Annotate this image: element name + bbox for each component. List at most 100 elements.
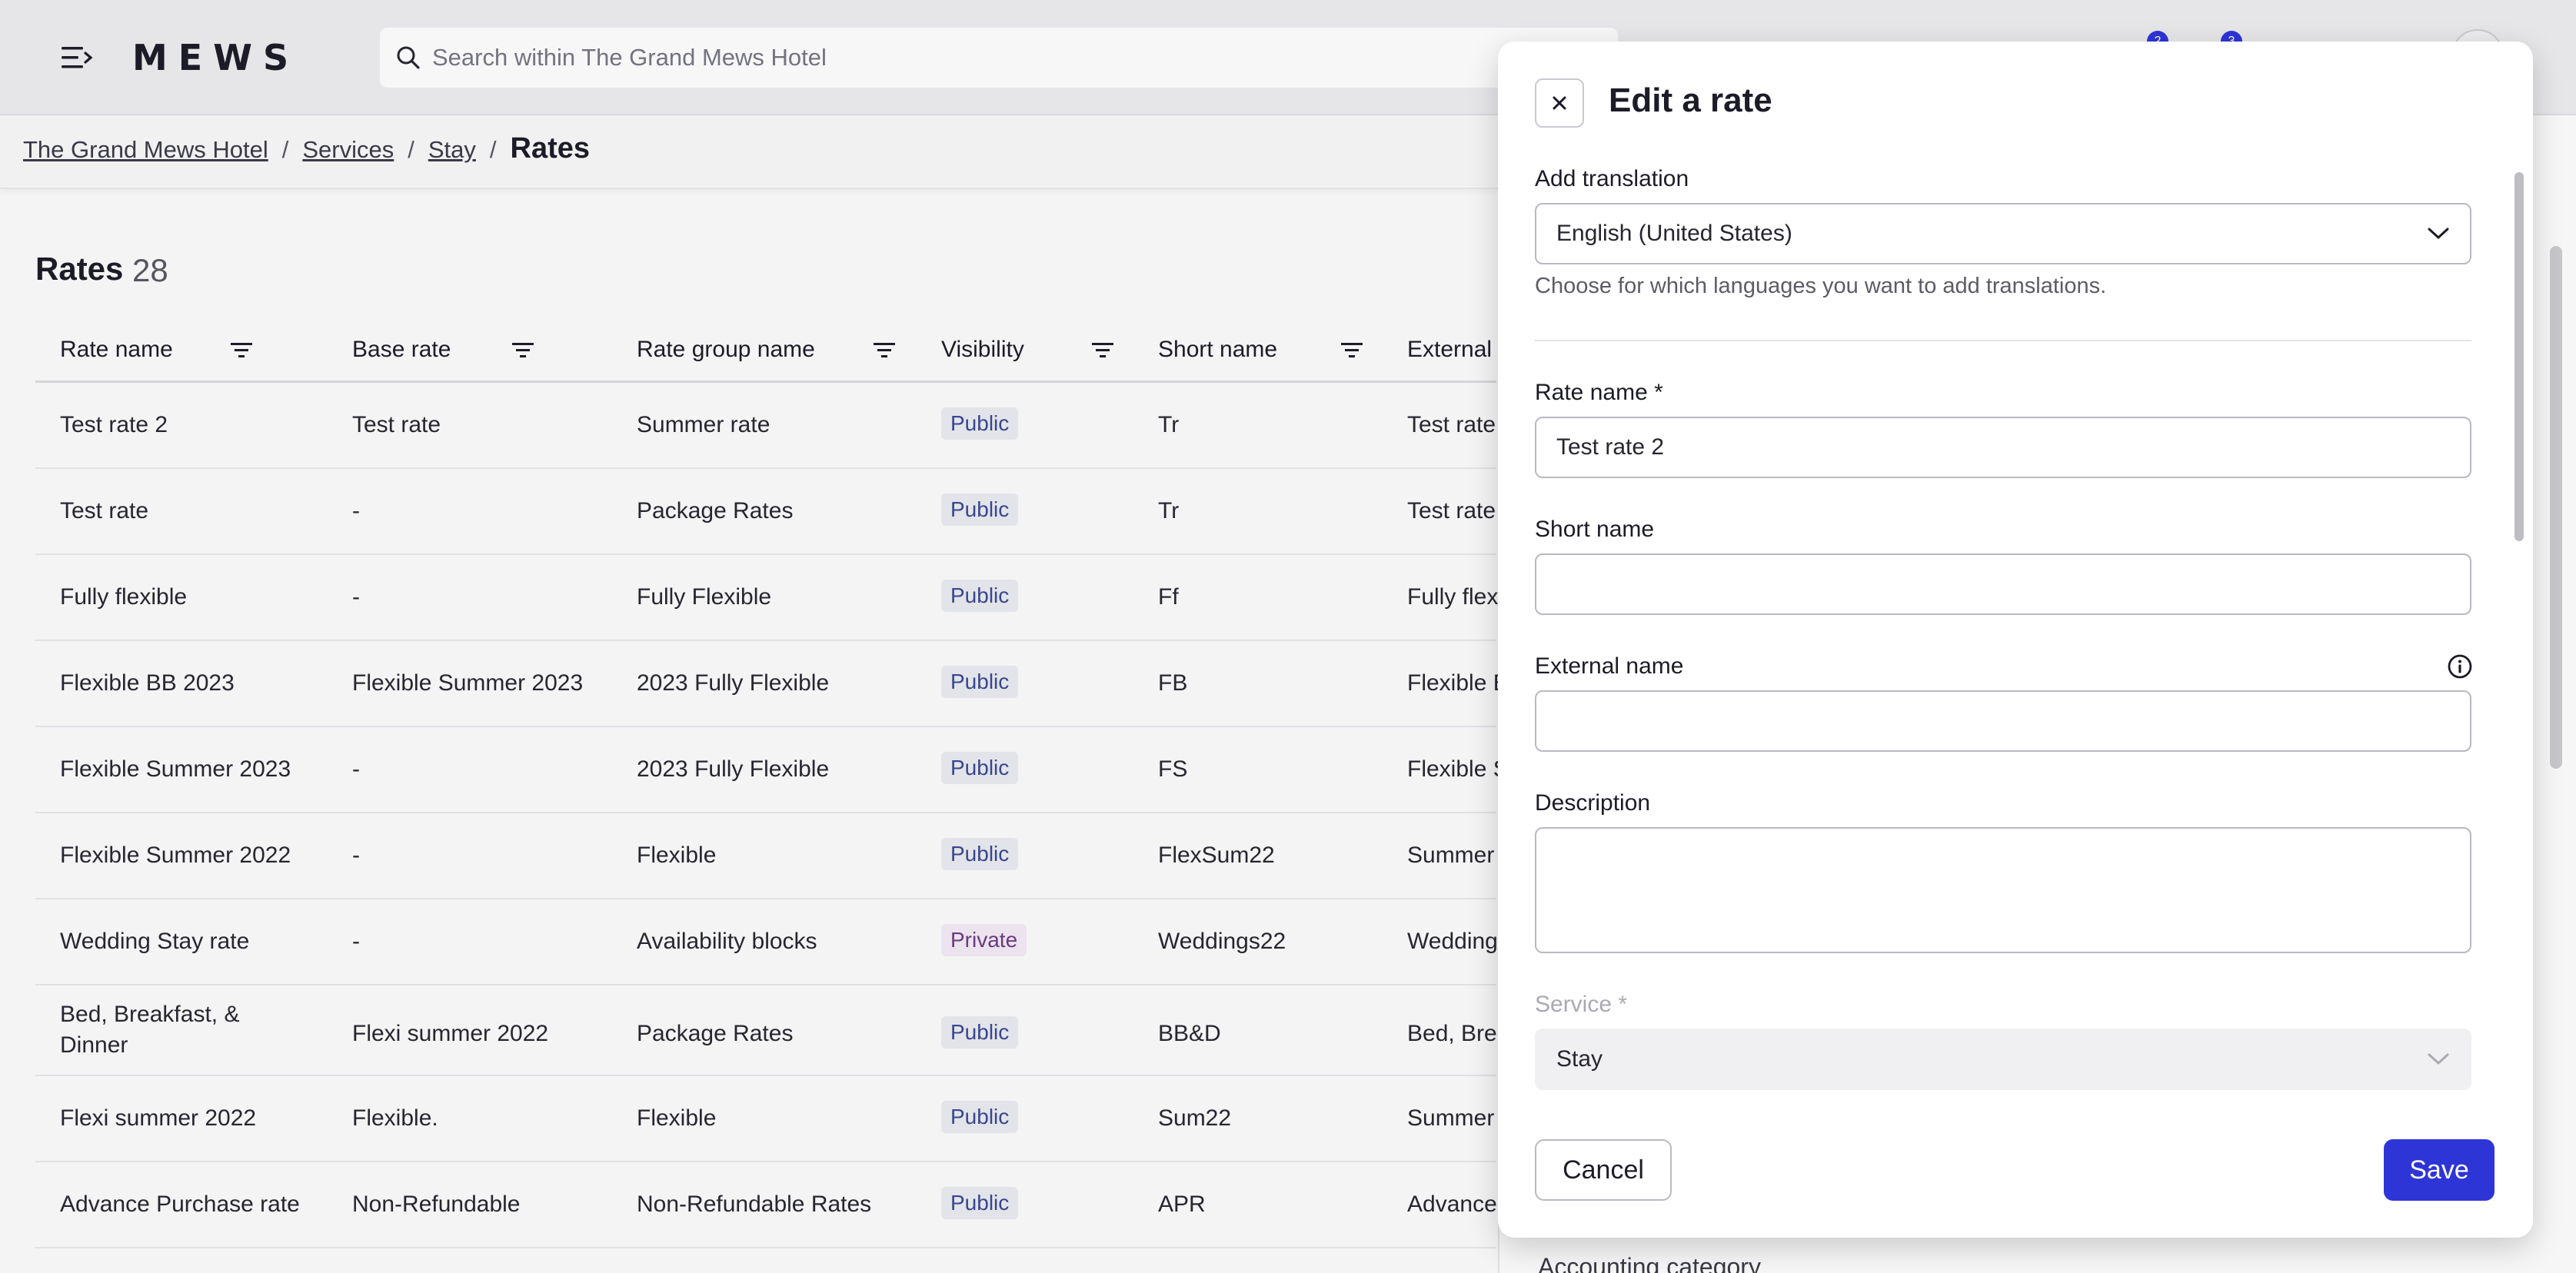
- column-header-visibility[interactable]: Visibility: [941, 337, 1024, 363]
- filter-icon[interactable]: [872, 340, 897, 361]
- cell-external-name: Summer: [1407, 843, 1495, 868]
- breadcrumb: The Grand Mews Hotel / Services / Stay /…: [23, 132, 590, 165]
- accounting-category-label: Accounting category: [1538, 1253, 1761, 1273]
- column-label: External: [1407, 337, 1493, 362]
- column-header-rate-group[interactable]: Rate group name: [637, 337, 815, 363]
- cell-rate-name: Flexi summer 2022: [60, 1105, 257, 1131]
- cell-external-name: Test rate: [1407, 498, 1496, 523]
- cell-short-name: FlexSum22: [1158, 843, 1275, 868]
- visibility-badge: Private: [941, 924, 1027, 956]
- cell-rate-group: Package Rates: [637, 498, 794, 523]
- table-row[interactable]: Flexi summer 2022 Flexible. Flexible Public…: [35, 1076, 1496, 1162]
- cell-base-rate: -: [352, 929, 360, 954]
- visibility-badge: Public: [941, 1016, 1019, 1049]
- column-label: Short name: [1158, 337, 1278, 362]
- table-row[interactable]: Flexible Summer 2023 - 2023 Fully Flexible…: [35, 727, 1509, 813]
- visibility-badge: Public: [941, 407, 1019, 440]
- column-label: Rate name: [60, 337, 173, 362]
- breadcrumb-link-services[interactable]: Services: [302, 136, 394, 164]
- cell-rate-name: Test rate 2: [60, 412, 168, 437]
- translation-label: Add translation: [1535, 166, 1689, 191]
- translation-value: English (United States): [1556, 221, 1792, 246]
- rate-name-field[interactable]: Test rate 2: [1535, 417, 2471, 478]
- cell-base-rate: -: [352, 843, 360, 868]
- table-header: Rate name Base rate Rate group name Visi…: [35, 323, 1496, 383]
- table-row[interactable]: Test rate - Package Rates Public Tr Test rate: [35, 469, 1496, 555]
- cell-short-name: APR: [1158, 1192, 1206, 1217]
- visibility-badge: Public: [941, 666, 1019, 698]
- table-row[interactable]: Bed, Breakfast, & Dinner Flexi summer 202…: [35, 985, 1509, 1076]
- cell-rate-name: Fully flexible: [60, 584, 188, 610]
- translation-select[interactable]: English (United States): [1535, 203, 2471, 264]
- filter-icon[interactable]: [511, 340, 535, 361]
- table-row[interactable]: Wedding Stay rate - Availability blocks Pri…: [35, 899, 1498, 985]
- rates-table: Rate name Base rate Rate group name Visi…: [35, 323, 1509, 1248]
- info-icon[interactable]: [2447, 653, 2473, 680]
- table-row[interactable]: Test rate 2 Test rate Summer rate Public Tr T…: [35, 383, 1496, 469]
- cell-rate-group: Package Rates: [637, 1021, 794, 1046]
- column-header-short-name[interactable]: Short name: [1158, 337, 1277, 363]
- page-title: Rates: [35, 251, 124, 287]
- cell-short-name: Weddings22: [1158, 929, 1286, 954]
- column-header-rate-name[interactable]: Rate name: [60, 337, 173, 363]
- filter-icon[interactable]: [1090, 340, 1115, 361]
- cell-base-rate: Test rate: [352, 412, 441, 437]
- column-header-external[interactable]: External: [1407, 337, 1492, 363]
- translation-hint: Choose for which languages you want to a…: [1535, 274, 2107, 298]
- menu-icon[interactable]: [60, 42, 94, 73]
- cell-external-name: Flexible S: [1407, 756, 1509, 782]
- column-header-base-rate[interactable]: Base rate: [352, 337, 451, 363]
- modal-scrollbar[interactable]: [2514, 172, 2524, 541]
- visibility-badge: Public: [941, 494, 1019, 526]
- filter-icon[interactable]: [229, 340, 254, 361]
- table-row[interactable]: Fully flexible - Fully Flexible Public Ff Ful…: [35, 555, 1498, 641]
- cell-rate-group: Summer rate: [637, 412, 770, 437]
- cell-external-name: Summer: [1407, 1105, 1495, 1131]
- divider: [1535, 340, 2471, 341]
- cell-base-rate: Non-Refundable: [352, 1192, 521, 1217]
- cell-short-name: BB&D: [1158, 1021, 1221, 1046]
- cell-rate-group: Flexible: [637, 1105, 717, 1131]
- cell-rate-name: Flexible BB 2023: [60, 670, 235, 696]
- column-label: Base rate: [352, 337, 451, 362]
- panel-scrollbar[interactable]: [2550, 246, 2562, 769]
- breadcrumb-separator: /: [408, 136, 414, 163]
- save-button[interactable]: Save: [2384, 1139, 2494, 1201]
- filter-icon[interactable]: [1340, 340, 1364, 361]
- cancel-button[interactable]: Cancel: [1535, 1139, 1672, 1201]
- table-row[interactable]: Advance Purchase rate Non-Refundable Non-R…: [35, 1162, 1497, 1248]
- cell-external-name: Bed, Brea: [1407, 1021, 1510, 1046]
- breadcrumb-link-stay[interactable]: Stay: [428, 136, 476, 164]
- cell-rate-group: Non-Refundable Rates: [637, 1192, 872, 1217]
- cell-rate-group: Availability blocks: [637, 929, 817, 954]
- visibility-badge: Public: [941, 580, 1019, 612]
- table-row[interactable]: Flexible Summer 2022 - Flexible Public FlexS…: [35, 813, 1496, 899]
- description-field[interactable]: [1535, 827, 2471, 953]
- visibility-badge: Public: [941, 1187, 1019, 1219]
- cell-base-rate: -: [352, 756, 360, 782]
- cell-rate-group: 2023 Fully Flexible: [637, 756, 830, 782]
- cell-external-name: Flexible B: [1407, 670, 1509, 696]
- cell-rate-group: Flexible: [637, 843, 717, 868]
- breadcrumb-separator: /: [489, 136, 497, 163]
- mews-logo[interactable]: MEWS: [132, 37, 299, 78]
- column-label: Visibility: [941, 337, 1024, 362]
- short-name-label: Short name: [1535, 517, 1655, 542]
- breadcrumb-link-hotel[interactable]: The Grand Mews Hotel: [23, 136, 268, 164]
- edit-rate-modal: Edit a rate Add translation English (Uni…: [1498, 42, 2533, 1238]
- search-input[interactable]: [432, 28, 1601, 88]
- close-icon: [1553, 96, 1566, 110]
- rate-name-label: Rate name *: [1535, 380, 1663, 405]
- search-bar[interactable]: [380, 28, 1618, 88]
- rates-count: 28: [132, 252, 168, 288]
- breadcrumb-separator: /: [281, 136, 289, 163]
- cell-rate-name: Bed, Breakfast, & Dinner: [60, 1002, 240, 1058]
- external-name-field[interactable]: [1535, 690, 2471, 752]
- table-row[interactable]: Flexible BB 2023 Flexible Summer 2023 2023…: [35, 641, 1509, 727]
- cell-rate-name: Flexible Summer 2022: [60, 843, 291, 868]
- cell-rate-name: Wedding Stay rate: [60, 929, 250, 954]
- table-body: Test rate 2 Test rate Summer rate Public Tr T…: [35, 383, 1509, 1248]
- close-button[interactable]: [1535, 78, 1584, 128]
- short-name-field[interactable]: [1535, 553, 2471, 615]
- visibility-badge: Public: [941, 752, 1019, 784]
